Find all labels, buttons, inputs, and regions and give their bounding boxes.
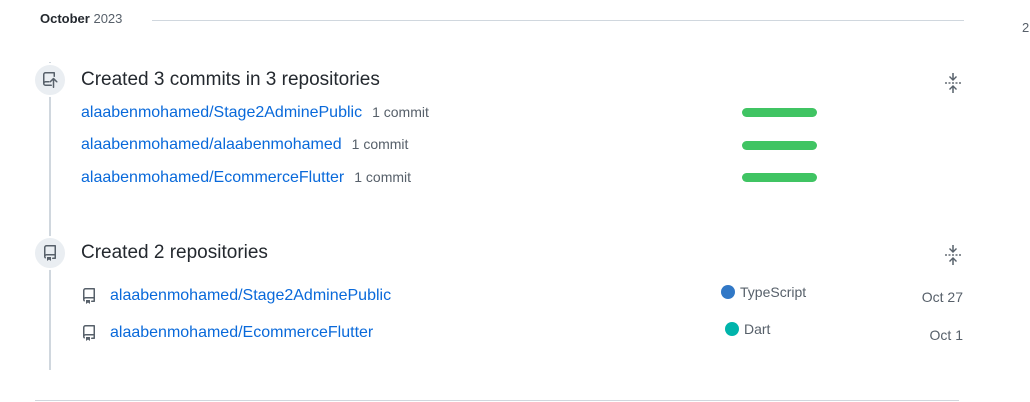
repo-icon bbox=[81, 324, 99, 342]
repo-list-item: alaabenmohamed/EcommerceFlutter bbox=[81, 322, 373, 344]
commit-bar bbox=[742, 141, 817, 150]
repo-link[interactable]: alaabenmohamed/alaabenmohamed bbox=[81, 136, 342, 154]
month-divider bbox=[152, 20, 964, 21]
month-year: 2023 bbox=[93, 11, 123, 26]
edge-count: 2 bbox=[1022, 20, 1030, 35]
commit-bar bbox=[742, 108, 817, 117]
repo-push-icon bbox=[33, 63, 67, 97]
commit-row: alaabenmohamed/EcommerceFlutter 1 commit bbox=[81, 169, 411, 191]
repo-link[interactable]: alaabenmohamed/EcommerceFlutter bbox=[110, 324, 373, 342]
section-divider bbox=[35, 400, 959, 401]
fold-icon[interactable] bbox=[944, 72, 962, 94]
repo-link[interactable]: alaabenmohamed/Stage2AdminePublic bbox=[81, 104, 362, 122]
language-color-dot bbox=[721, 285, 735, 299]
commit-count[interactable]: 1 commit bbox=[352, 136, 409, 152]
language-name: Dart bbox=[744, 321, 771, 337]
commit-row: alaabenmohamed/alaabenmohamed 1 commit bbox=[81, 136, 408, 158]
commits-section-title: Created 3 commits in 3 repositories bbox=[81, 69, 380, 90]
commit-count[interactable]: 1 commit bbox=[354, 169, 411, 185]
month-name: October bbox=[40, 11, 90, 26]
repo-link[interactable]: alaabenmohamed/Stage2AdminePublic bbox=[110, 287, 391, 305]
language-tag: TypeScript bbox=[721, 284, 806, 300]
repo-list-item: alaabenmohamed/Stage2AdminePublic bbox=[81, 285, 391, 307]
fold-icon[interactable] bbox=[944, 244, 962, 266]
language-name: TypeScript bbox=[740, 284, 807, 300]
timeline-line bbox=[49, 62, 51, 370]
repos-section-title: Created 2 repositories bbox=[81, 242, 268, 263]
commit-count[interactable]: 1 commit bbox=[372, 104, 429, 120]
repo-icon bbox=[81, 287, 99, 305]
repo-created-date: Oct 27 bbox=[921, 289, 963, 305]
commit-row: alaabenmohamed/Stage2AdminePublic 1 comm… bbox=[81, 104, 429, 126]
repo-icon bbox=[33, 236, 67, 270]
repo-created-date: Oct 1 bbox=[929, 327, 963, 343]
repo-link[interactable]: alaabenmohamed/EcommerceFlutter bbox=[81, 169, 344, 187]
commit-bar bbox=[742, 173, 817, 182]
month-header: October 2023 bbox=[40, 11, 122, 26]
language-color-dot bbox=[725, 322, 739, 336]
language-tag: Dart bbox=[725, 321, 770, 337]
